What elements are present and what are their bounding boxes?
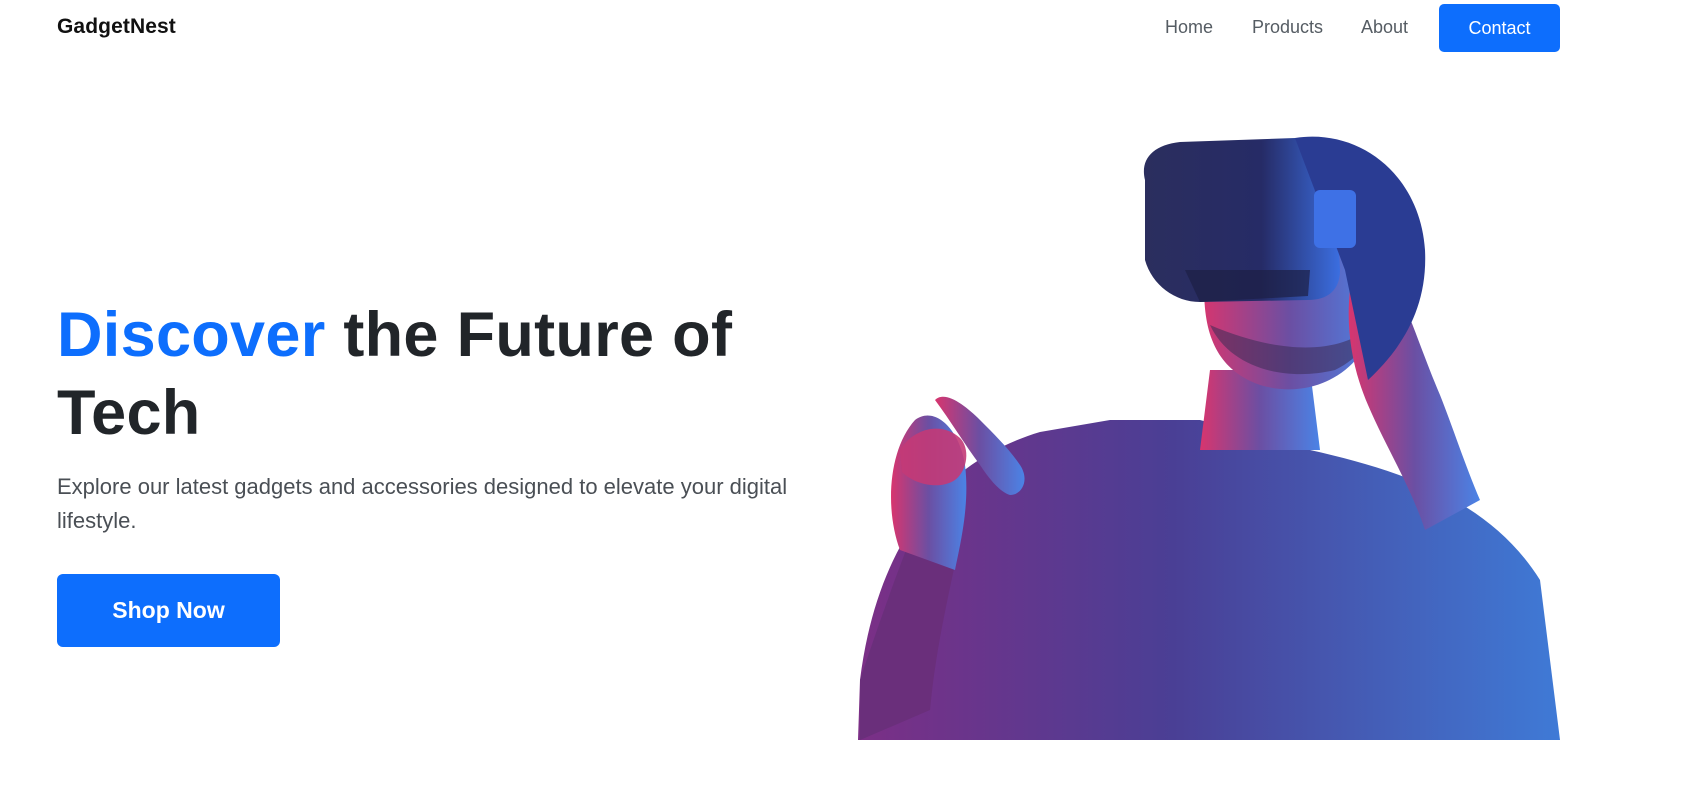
brand-logo[interactable]: GadgetNest (57, 15, 176, 39)
vr-person-illustration (858, 136, 1560, 740)
contact-button[interactable]: Contact (1439, 4, 1560, 52)
vr-headset-side-panel (1314, 190, 1356, 248)
nav-link-products[interactable]: Products (1252, 17, 1323, 38)
hero-subtitle: Explore our latest gadgets and accessori… (57, 474, 788, 533)
hero-title: Discover the Future of Tech (57, 296, 817, 452)
navbar: GadgetNest Home Products About Contact (0, 0, 1690, 58)
shop-now-button[interactable]: Shop Now (57, 574, 280, 647)
hero-image (840, 120, 1570, 740)
nav-link-about[interactable]: About (1361, 17, 1408, 38)
landing-page: GadgetNest Home Products About Contact D… (0, 0, 1690, 793)
hero-title-accent: Discover (57, 300, 326, 370)
nav-link-home[interactable]: Home (1165, 17, 1213, 38)
